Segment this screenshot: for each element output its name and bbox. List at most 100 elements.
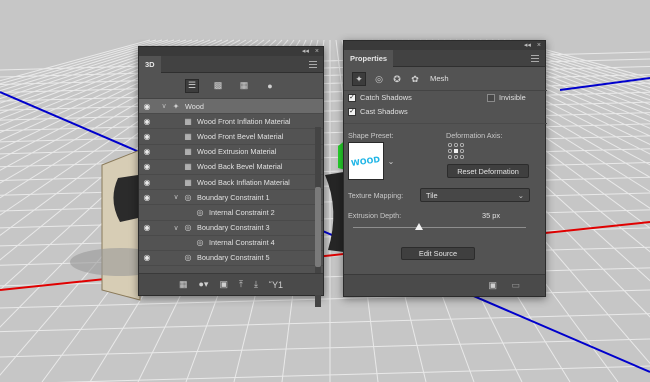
- 3d-viewport[interactable]: [0, 0, 650, 382]
- shape-preset-thumbnail[interactable]: WOOD: [348, 142, 384, 180]
- add-light-icon[interactable]: ●▾: [198, 279, 208, 290]
- visibility-eye-icon[interactable]: ◉: [139, 178, 155, 187]
- light-filter-icon[interactable]: ●: [263, 79, 277, 93]
- layer-label: Boundary Constraint 3: [197, 223, 270, 233]
- shape-preset-dropdown-arrow[interactable]: ⌄: [386, 142, 396, 180]
- visibility-eye-icon[interactable]: ◉: [139, 102, 155, 111]
- layer-label: Wood Back Bevel Material: [197, 162, 283, 172]
- material-filter-icon[interactable]: ▦: [237, 79, 251, 93]
- properties-bottom-bar: ▣ ▭: [344, 274, 545, 296]
- material-library-icon[interactable]: ▣: [219, 279, 228, 290]
- tab-3d[interactable]: 3D: [139, 56, 161, 73]
- collapse-panel-button[interactable]: ◂◂: [302, 47, 309, 56]
- layer-row-internal-constraint-4[interactable]: ◎ Internal Constraint 4: [139, 236, 323, 251]
- texture-mapping-value: Tile: [426, 191, 438, 200]
- constraint-icon: ◎: [196, 207, 204, 217]
- material-icon: ▦: [184, 162, 192, 172]
- tab-properties[interactable]: Properties: [344, 50, 394, 67]
- drop-to-ground-icon[interactable]: ⤒: [239, 279, 243, 290]
- visibility-eye-icon[interactable]: ◉: [139, 117, 155, 126]
- layer-row-back-inflation-material[interactable]: ◉ ▦ Wood Back Inflation Material: [139, 175, 323, 191]
- material-icon: ▦: [184, 177, 192, 187]
- invisible-checkbox[interactable]: [487, 93, 495, 102]
- layer-row-boundary-constraint-5[interactable]: ◉ ◎ Boundary Constraint 5: [139, 251, 323, 267]
- visibility-eye-icon[interactable]: ◉: [139, 193, 155, 202]
- trash-icon[interactable]: ▭: [511, 280, 520, 291]
- layer-row-internal-constraint-2[interactable]: ◎ Internal Constraint 2: [139, 205, 323, 221]
- 3d-panel-top-strip: ◂◂ ×: [139, 47, 323, 56]
- close-panel-button[interactable]: ×: [315, 47, 319, 56]
- visibility-eye-icon[interactable]: ◉: [139, 162, 155, 171]
- layer-row-boundary-constraint-1[interactable]: ◉ ∨ ◎ Boundary Constraint 1: [139, 190, 323, 206]
- render-icon[interactable]: ▣: [488, 280, 497, 291]
- constraint-icon: ◎: [184, 253, 192, 263]
- cast-shadows-row[interactable]: ✓ Cast Shadows: [348, 107, 408, 116]
- layer-row-wood[interactable]: ◉ ∨ ✦ Wood: [139, 99, 323, 115]
- constraint-icon: ◎: [184, 192, 192, 202]
- layer-label: Internal Constraint 4: [209, 238, 275, 248]
- catch-shadows-label: Catch Shadows: [360, 93, 412, 102]
- scene-filter-icon[interactable]: ☰: [185, 78, 199, 93]
- constraint-icon: ◎: [184, 223, 192, 233]
- coordinates-mode-icon[interactable]: ✿: [408, 72, 422, 86]
- properties-tab-bar: Properties: [344, 50, 545, 67]
- constraint-icon: ◎: [196, 238, 204, 248]
- 3d-panel-tab-bar: 3D: [139, 56, 323, 73]
- extrusion-depth-slider-track[interactable]: [353, 227, 526, 228]
- layer-row-back-bevel-material[interactable]: ◉ ▦ Wood Back Bevel Material: [139, 160, 323, 175]
- cast-shadows-checkbox[interactable]: ✓: [348, 107, 356, 116]
- deformation-axis-grid[interactable]: [447, 142, 465, 160]
- add-mesh-icon[interactable]: ▦: [179, 279, 188, 290]
- expand-toggle-icon[interactable]: ∨: [159, 102, 169, 110]
- 3d-filter-bar: ☰ ▩ ▦ ●: [139, 73, 323, 99]
- cast-shadows-label: Cast Shadows: [360, 107, 408, 116]
- deformation-axis-label: Deformation Axis:: [446, 131, 503, 140]
- layer-label: Boundary Constraint 1: [197, 192, 270, 202]
- layer-row-extrusion-material[interactable]: ◉ ▦ Wood Extrusion Material: [139, 145, 323, 160]
- trash-icon[interactable]: Ὕ1: [269, 280, 283, 290]
- deform-mode-icon[interactable]: ◎: [372, 72, 386, 86]
- 3d-panel: ◂◂ × 3D ☰ ▩ ▦ ● ◉ ∨ ✦ Wood ◉ ▦ Wood Front Infl…: [138, 46, 324, 307]
- material-icon: ▦: [184, 147, 192, 157]
- close-panel-button[interactable]: ×: [537, 41, 541, 50]
- layer-label: Wood: [185, 101, 204, 111]
- expand-toggle-icon[interactable]: ∨: [171, 224, 181, 232]
- properties-panel: ◂◂ × Properties ✦ ◎ ✪ ✿ Mesh ✓ Catch Sha…: [343, 40, 547, 297]
- panel-menu-icon[interactable]: [531, 55, 539, 62]
- 3d-layer-list: ◉ ∨ ✦ Wood ◉ ▦ Wood Front Inflation Material ◉ ▦…: [139, 99, 323, 267]
- catch-shadows-row[interactable]: ✓ Catch Shadows: [348, 93, 412, 102]
- mesh-label: Mesh: [430, 74, 449, 83]
- mesh-filter-icon[interactable]: ▩: [211, 79, 225, 93]
- layer-label: Wood Extrusion Material: [197, 147, 277, 157]
- layer-row-front-inflation-material[interactable]: ◉ ▦ Wood Front Inflation Material: [139, 114, 323, 130]
- invisible-row[interactable]: Invisible: [487, 93, 526, 102]
- invisible-label: Invisible: [499, 93, 526, 102]
- visibility-eye-icon[interactable]: ◉: [139, 253, 155, 262]
- texture-mapping-label: Texture Mapping:: [348, 191, 404, 200]
- extrusion-depth-label: Extrusion Depth:: [348, 211, 402, 220]
- panel-menu-icon[interactable]: [309, 61, 317, 68]
- visibility-eye-icon[interactable]: ◉: [139, 147, 155, 156]
- mesh-mode-icon[interactable]: ✦: [352, 72, 366, 86]
- layer-label: Internal Constraint 2: [209, 207, 275, 217]
- split-extrusion-icon[interactable]: ⤓: [254, 279, 258, 290]
- edit-source-button[interactable]: Edit Source: [401, 247, 475, 260]
- material-icon: ▦: [184, 131, 192, 141]
- collapse-panel-button[interactable]: ◂◂: [524, 41, 531, 50]
- reset-deformation-button[interactable]: Reset Deformation: [447, 164, 529, 178]
- preset-preview-text: WOOD: [350, 154, 382, 168]
- layer-list-scroll-thumb[interactable]: [315, 187, 321, 267]
- extrusion-depth-slider-thumb[interactable]: [414, 223, 423, 230]
- layer-label: Wood Front Bevel Material: [197, 131, 284, 141]
- texture-mapping-select[interactable]: Tile ⌄: [420, 188, 530, 202]
- visibility-eye-icon[interactable]: ◉: [139, 223, 155, 232]
- layer-row-front-bevel-material[interactable]: ◉ ▦ Wood Front Bevel Material: [139, 129, 323, 145]
- properties-mode-bar: ✦ ◎ ✪ ✿ Mesh: [344, 67, 547, 91]
- catch-shadows-checkbox[interactable]: ✓: [348, 93, 356, 102]
- layer-row-boundary-constraint-3[interactable]: ◉ ∨ ◎ Boundary Constraint 3: [139, 221, 323, 236]
- layer-label: Wood Front Inflation Material: [197, 116, 291, 126]
- expand-toggle-icon[interactable]: ∨: [171, 193, 181, 201]
- cap-mode-icon[interactable]: ✪: [390, 72, 404, 86]
- extrusion-depth-value[interactable]: 35 px: [482, 211, 500, 220]
- visibility-eye-icon[interactable]: ◉: [139, 132, 155, 141]
